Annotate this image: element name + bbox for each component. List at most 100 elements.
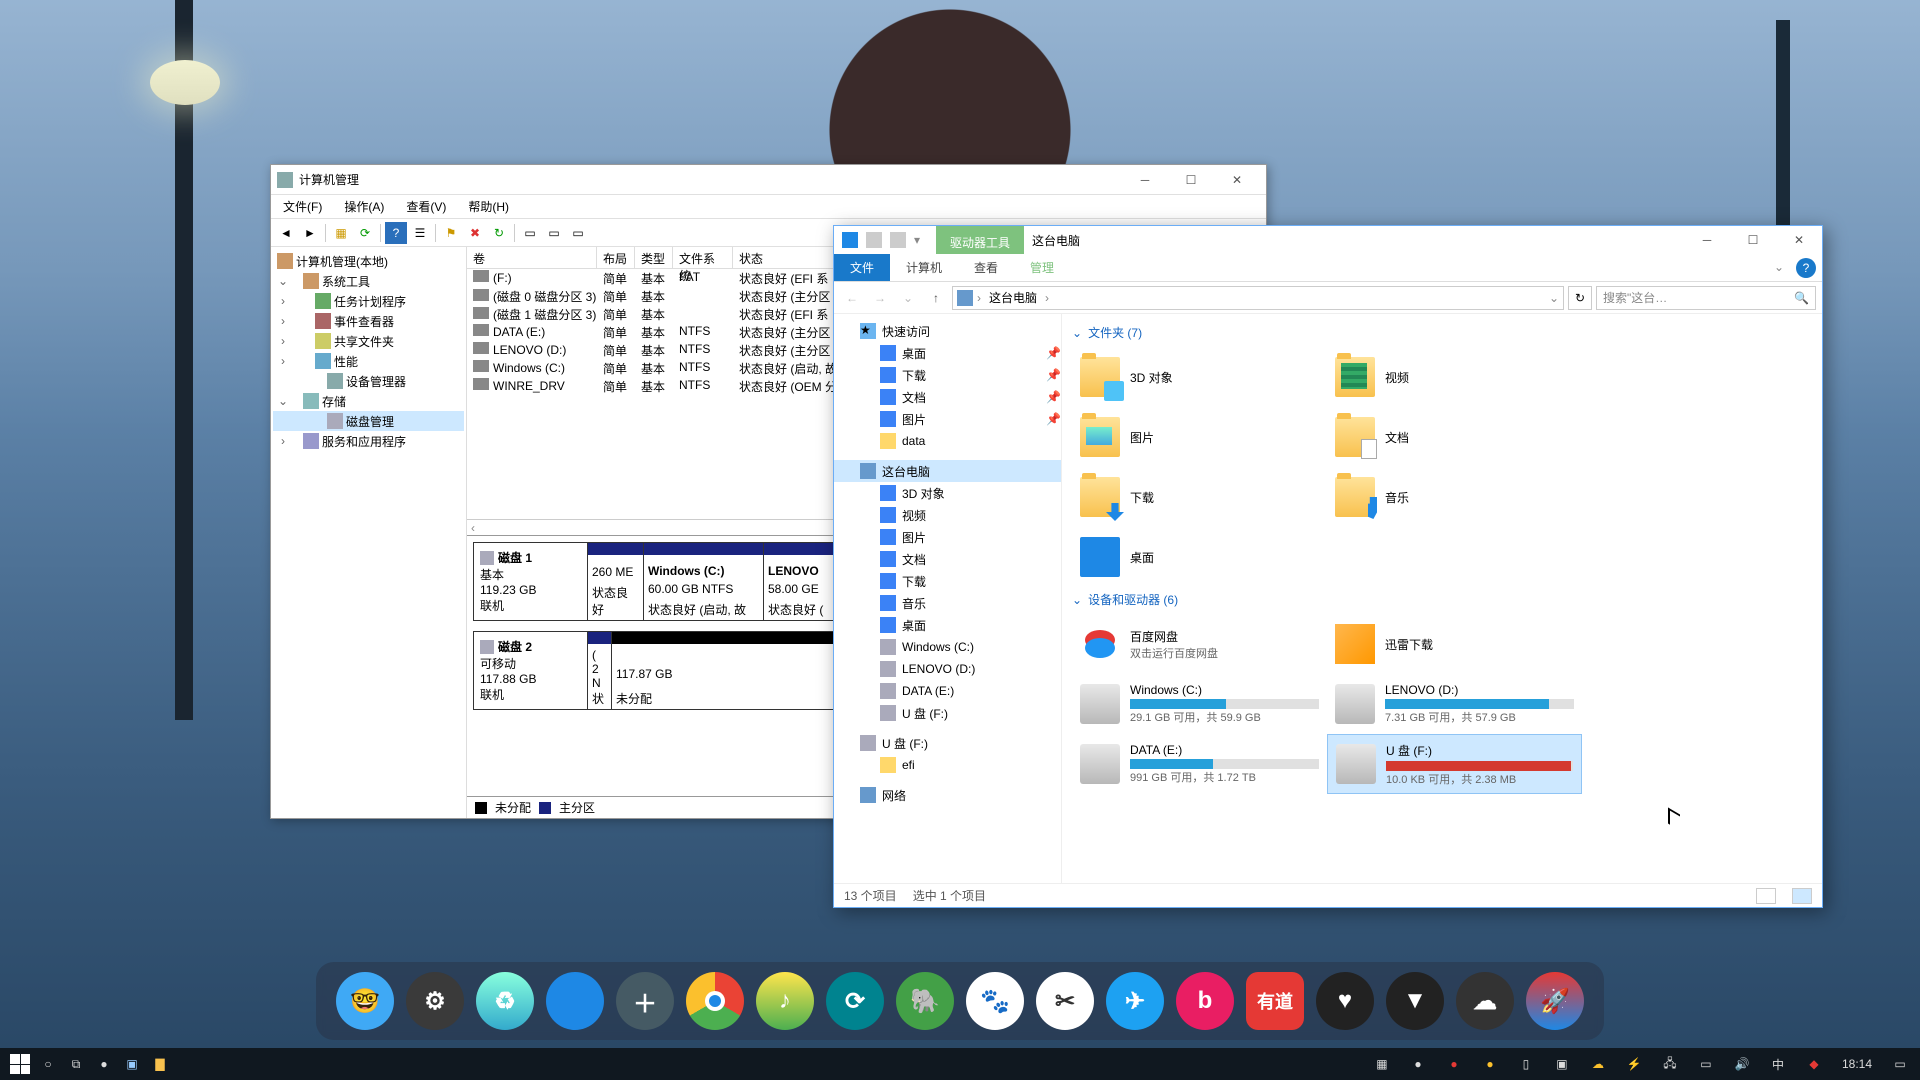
tray-network-icon[interactable]: 🖧 [1656,1050,1684,1078]
nav-downloads[interactable]: 下载📌 [834,364,1061,386]
nav-lenovo-d[interactable]: LENOVO (D:) [834,658,1061,680]
qat-properties-icon[interactable] [866,232,882,248]
address-dropdown-icon[interactable]: ⌄ [1549,291,1559,305]
tray-icon[interactable]: ⚡ [1620,1050,1648,1078]
tray-volume-icon[interactable]: 🔊 [1728,1050,1756,1078]
col-volume[interactable]: 卷 [467,247,597,268]
dock-twitter[interactable]: ✈ [1106,972,1164,1030]
folder-music[interactable]: 音乐 [1327,467,1582,527]
view-tiles-button[interactable] [1792,888,1812,904]
tray-icon[interactable]: ● [1476,1050,1504,1078]
start-button[interactable] [6,1050,34,1078]
col-type[interactable]: 类型 [635,247,673,268]
dock-youdao[interactable]: 有道 [1246,972,1304,1030]
folder-videos[interactable]: 视频 [1327,347,1582,407]
dock-baidu[interactable]: 🐾 [966,972,1024,1030]
tray-icon[interactable]: ● [1440,1050,1468,1078]
nav-this-pc[interactable]: 这台电脑 [834,460,1061,482]
back-icon[interactable]: ◄ [275,222,297,244]
explorer-titlebar[interactable]: ▾ 驱动器工具 这台电脑 ─ ☐ ✕ [834,226,1822,254]
folder-documents[interactable]: 文档 [1327,407,1582,467]
explorer-close-button[interactable]: ✕ [1776,226,1822,254]
drive-xunlei[interactable]: 迅雷下载 [1327,614,1582,674]
tab-computer[interactable]: 计算机 [890,254,958,281]
tray-icon[interactable]: ☁ [1584,1050,1612,1078]
maximize-button[interactable]: ☐ [1168,165,1214,195]
tree-task-scheduler[interactable]: ›任务计划程序 [273,291,464,311]
taskbar-app-1[interactable]: ● [90,1050,118,1078]
nav-documents[interactable]: 文档📌 [834,386,1061,408]
nav-pictures[interactable]: 图片📌 [834,408,1061,430]
task-view-button[interactable]: ⧉ [62,1050,90,1078]
nav-data[interactable]: data [834,430,1061,452]
dock-app-dark3[interactable]: ☁ [1456,972,1514,1030]
folder-pictures[interactable]: 图片 [1072,407,1327,467]
menu-action[interactable]: 操作(A) [338,196,390,217]
group-drives-header[interactable]: ⌄设备和驱动器 (6) [1072,591,1812,608]
nav-forward-button[interactable]: → [868,286,892,310]
dock-app-dark2[interactable]: ▼ [1386,972,1444,1030]
tree-device-manager[interactable]: 设备管理器 [273,371,464,391]
dock-chrome[interactable] [686,972,744,1030]
nav-pictures2[interactable]: 图片 [834,526,1061,548]
mgmt-tree[interactable]: 计算机管理(本地) ⌄系统工具 ›任务计划程序 ›事件查看器 ›共享文件夹 ›性… [271,247,467,818]
dock-calculator[interactable]: ＋ [616,972,674,1030]
dock-app-dark1[interactable]: ♥ [1316,972,1374,1030]
minimize-button[interactable]: ─ [1122,165,1168,195]
nav-up-button[interactable]: ↑ [924,286,948,310]
view1-icon[interactable]: ▭ [519,222,541,244]
tree-root[interactable]: 计算机管理(本地) [273,251,464,271]
mgmt-titlebar[interactable]: 计算机管理 ─ ☐ ✕ [271,165,1266,195]
refresh2-icon[interactable]: ↻ [488,222,510,244]
nav-music[interactable]: 音乐 [834,592,1061,614]
tab-view[interactable]: 查看 [958,254,1014,281]
tree-shared-folders[interactable]: ›共享文件夹 [273,331,464,351]
help-icon[interactable]: ? [385,222,407,244]
tree-storage[interactable]: ⌄存储 [273,391,464,411]
tree-system-tools[interactable]: ⌄系统工具 [273,271,464,291]
breadcrumb[interactable]: 这台电脑 [985,289,1041,306]
tree-performance[interactable]: ›性能 [273,351,464,371]
nav-back-button[interactable]: ← [840,286,864,310]
drive-data-e[interactable]: DATA (E:)991 GB 可用，共 1.72 TB [1072,734,1327,794]
dock-recycle-bin[interactable]: ♻ [476,972,534,1030]
tray-icon[interactable]: ● [1404,1050,1432,1078]
tray-ime[interactable]: 中 [1764,1050,1792,1078]
taskbar-explorer[interactable]: ▇ [146,1050,174,1078]
explorer-minimize-button[interactable]: ─ [1684,226,1730,254]
dock-screenshot[interactable]: ✂ [1036,972,1094,1030]
refresh-toolbar-icon[interactable]: ⟳ [354,222,376,244]
content-pane[interactable]: ⌄文件夹 (7) 3D 对象 视频 图片 文档 下载 音乐 桌面 ⌄设备和驱动器… [1062,314,1822,883]
folder-downloads[interactable]: 下载 [1072,467,1327,527]
drive-lenovo-d[interactable]: LENOVO (D:)7.31 GB 可用，共 57.9 GB [1327,674,1582,734]
clock[interactable]: 18:14 [1836,1057,1878,1071]
dock-evernote[interactable]: 🐘 [896,972,954,1030]
nav-documents2[interactable]: 文档 [834,548,1061,570]
menu-file[interactable]: 文件(F) [277,196,328,217]
dock-rocket[interactable]: 🚀 [1526,972,1584,1030]
qat-newfolder-icon[interactable] [890,232,906,248]
tray-icon[interactable]: ▯ [1512,1050,1540,1078]
tab-manage[interactable]: 管理 [1014,254,1070,281]
tree-event-viewer[interactable]: ›事件查看器 [273,311,464,331]
dock-app-1[interactable]: 🤓 [336,972,394,1030]
flag-icon[interactable]: ⚑ [440,222,462,244]
forward-icon[interactable]: ► [299,222,321,244]
tray-icon[interactable]: ▦ [1368,1050,1396,1078]
col-layout[interactable]: 布局 [597,247,635,268]
nav-usb-f[interactable]: U 盘 (F:) [834,702,1061,724]
menu-view[interactable]: 查看(V) [400,196,452,217]
refresh-button[interactable]: ↻ [1568,286,1592,310]
nav-efi[interactable]: efi [834,754,1061,776]
scroll-left-icon[interactable]: ‹ [467,521,479,535]
menu-help[interactable]: 帮助(H) [462,196,515,217]
tray-icon[interactable]: ◆ [1800,1050,1828,1078]
nav-desktop[interactable]: 桌面📌 [834,342,1061,364]
dock-app-pink[interactable]: b [1176,972,1234,1030]
cortana-button[interactable]: ○ [34,1050,62,1078]
dock-app-blue[interactable] [546,972,604,1030]
view2-icon[interactable]: ▭ [543,222,565,244]
col-filesystem[interactable]: 文件系统 [673,247,733,268]
search-input[interactable]: 搜索"这台… 🔍 [1596,286,1816,310]
close-button[interactable]: ✕ [1214,165,1260,195]
